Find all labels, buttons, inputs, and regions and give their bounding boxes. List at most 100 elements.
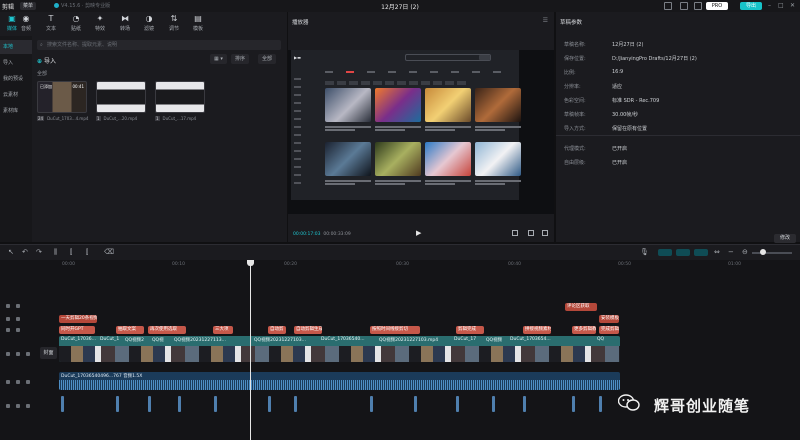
media-search-input[interactable]: 搜索文件名称、提取元素、说明 — [37, 40, 281, 50]
text-clip[interactable]: 同时开GPT — [59, 326, 95, 334]
sfx-clip[interactable] — [214, 396, 217, 412]
text-clip[interactable]: 抽取文案 — [116, 326, 144, 334]
tool-adjust[interactable]: ⇅ 调节 — [162, 15, 186, 33]
sfx-clip[interactable] — [572, 396, 575, 412]
tool-effects[interactable]: ✦ 特效 — [88, 15, 112, 33]
video-clip-label: QQ视频20231227103.mp4 — [379, 338, 439, 343]
split-left-icon[interactable]: ⫿ — [70, 248, 72, 257]
tool-sticker[interactable]: ◔ 贴纸 — [64, 15, 88, 33]
preview-axis-icon[interactable]: ⇔ — [714, 248, 720, 256]
sfx-clip[interactable] — [148, 396, 151, 412]
text-clip[interactable]: 按照时间线接剪切 — [370, 326, 420, 334]
tool-transition[interactable]: ⧓ 转场 — [113, 15, 137, 33]
select-tool-icon[interactable]: ↖ — [8, 248, 14, 256]
ruler-label: 00:00 — [62, 262, 75, 267]
cover-button[interactable]: 封面 — [40, 347, 57, 359]
sfx-clip[interactable] — [599, 396, 602, 412]
text-clip[interactable]: 更多剪辑教程 — [572, 326, 596, 334]
media-thumb[interactable]: 已添加 00:41 — [37, 81, 87, 113]
zoom-slider[interactable] — [752, 252, 792, 254]
undo-icon[interactable]: ↶ — [22, 248, 28, 256]
video-card — [475, 142, 521, 176]
minimize-icon[interactable]: – — [768, 2, 771, 9]
redo-icon[interactable]: ↷ — [36, 248, 42, 256]
export-button[interactable]: 导出 — [740, 2, 762, 10]
ratio-icon[interactable] — [528, 230, 534, 236]
tool-audio[interactable]: ◉ 音频 — [14, 15, 38, 33]
crop-icon[interactable] — [512, 230, 518, 236]
text-clip[interactable]: 安装模板 — [599, 315, 619, 323]
track-header — [0, 378, 58, 388]
sfx-clip[interactable] — [116, 396, 119, 412]
track-header — [0, 402, 58, 412]
video-clip-label: DuCut_17036... — [61, 337, 96, 342]
text-clip[interactable]: 一天剪辑20条视频 — [59, 315, 97, 323]
text-clip[interactable]: 评论区获取 — [565, 303, 597, 311]
player-panel: 播放器 ☰ ▶▬ 00:00:17:03 00:00:33:09 ▶ — [288, 12, 554, 242]
sidebar-item-library[interactable]: 素材库 — [0, 104, 32, 118]
import-button[interactable]: ⊕ 导入 — [37, 56, 56, 65]
text-clip[interactable]: 自动剪辑生成 — [294, 326, 322, 334]
ruler-label: 00:30 — [396, 262, 409, 267]
sidebar-item-presets[interactable]: 我的预设 — [0, 72, 32, 86]
fullscreen-icon[interactable] — [542, 230, 548, 236]
sfx-clip[interactable] — [523, 396, 526, 412]
video-clip-label: QQ视频20231227113... — [174, 338, 226, 343]
sfx-clip[interactable] — [456, 396, 459, 412]
preview-canvas[interactable]: ▶▬ — [288, 50, 554, 214]
track-header — [0, 315, 58, 325]
edit-button[interactable]: 修改 — [774, 234, 796, 243]
zoom-out-icon[interactable]: − — [728, 248, 734, 256]
close-icon[interactable]: ✕ — [790, 2, 795, 9]
layout-icon[interactable] — [664, 2, 672, 10]
main-track-magnet-toggle[interactable] — [658, 249, 672, 256]
delete-icon[interactable]: ⌫ — [104, 248, 114, 256]
pro-badge[interactable]: PRO — [706, 2, 728, 10]
play-icon[interactable]: ▶ — [416, 229, 421, 237]
sfx-clip[interactable] — [370, 396, 373, 412]
tool-template[interactable]: ▤ 模板 — [186, 15, 210, 33]
tool-text[interactable]: T 文本 — [39, 15, 63, 33]
text-clip[interactable]: 再次使用选取 — [148, 326, 186, 334]
auto-snap-toggle[interactable] — [676, 249, 690, 256]
sidebar-item-cloud[interactable]: 云素材 — [0, 88, 32, 102]
audio-track[interactable]: DuCut_17036540496...767 音频1.5X — [59, 372, 620, 390]
duration-label: 00:41 — [72, 84, 84, 89]
playhead[interactable] — [247, 260, 254, 440]
split-icon[interactable]: ⫼ — [54, 248, 57, 257]
text-clip[interactable]: 剪辑完成 — [456, 326, 484, 334]
sfx-clip[interactable] — [414, 396, 417, 412]
zoom-slider-knob[interactable] — [760, 249, 766, 255]
sfx-clip[interactable] — [268, 396, 271, 412]
shortcut-icon[interactable] — [680, 2, 688, 10]
zoom-fit-icon[interactable]: ⊖ — [742, 248, 748, 256]
player-menu-icon[interactable]: ☰ — [543, 17, 548, 24]
view-toggle[interactable]: ▦ ▾ — [210, 54, 227, 64]
text-clip[interactable]: 三大项 — [213, 326, 233, 334]
tool-filter[interactable]: ◑ 滤镜 — [137, 14, 161, 33]
maximize-icon[interactable]: □ — [778, 2, 784, 9]
text-clip[interactable]: 完成剪辑 — [599, 326, 619, 334]
filter-dropdown[interactable]: 全部 — [258, 54, 277, 64]
video-track[interactable]: DuCut_17036... DuCut_1 QQ视频2 QQ视 QQ视频202… — [59, 336, 620, 362]
sort-dropdown[interactable]: 排序 — [231, 54, 250, 64]
video-clip-label: QQ视频 — [486, 338, 503, 343]
media-thumb[interactable] — [96, 81, 146, 113]
filter-icon: ◑ — [145, 14, 153, 23]
text-clip[interactable]: 拼接视频素材 — [523, 326, 551, 334]
link-toggle[interactable] — [694, 249, 708, 256]
sidebar-item-import[interactable]: 导入 — [0, 56, 32, 70]
media-thumb[interactable] — [155, 81, 205, 113]
video-card — [375, 88, 421, 122]
time-ruler[interactable]: 00:00 00:10 00:20 00:30 00:40 00:50 01:0… — [0, 260, 800, 270]
ruler-label: 01:00 — [728, 262, 741, 267]
mic-icon[interactable]: 🎙 — [640, 248, 649, 256]
sfx-clip[interactable] — [492, 396, 495, 412]
sfx-clip[interactable] — [178, 396, 181, 412]
sfx-clip[interactable] — [61, 396, 64, 412]
split-right-icon[interactable]: ⫿ — [86, 248, 88, 257]
settings-icon[interactable] — [694, 2, 702, 10]
sfx-clip[interactable] — [294, 396, 297, 412]
sidebar-item-local[interactable]: 本地 — [0, 40, 32, 54]
text-clip[interactable]: 自动剪 — [268, 326, 286, 334]
